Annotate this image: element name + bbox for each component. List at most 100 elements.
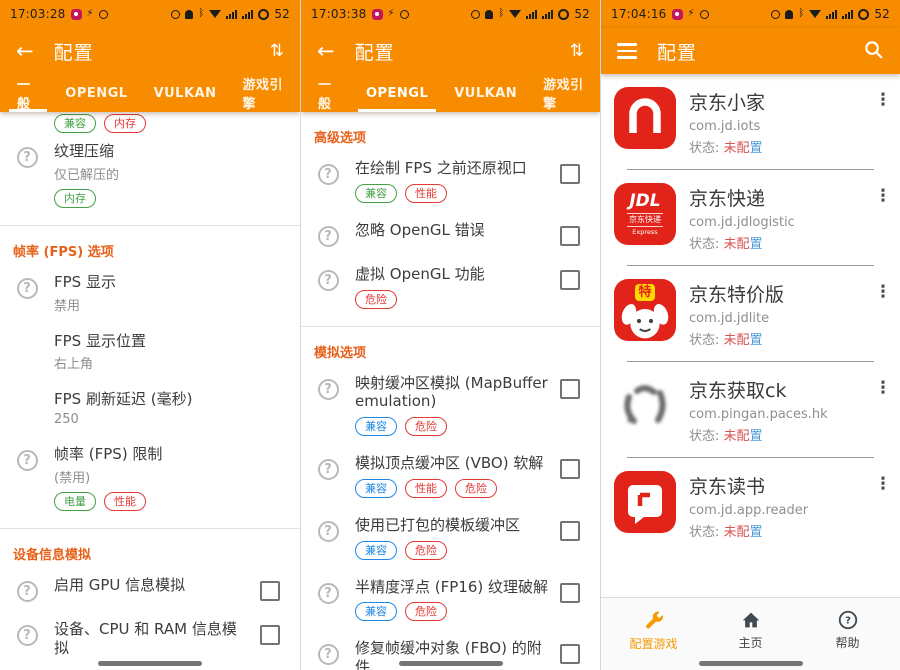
help-icon[interactable]: ? [318,164,339,185]
setting-title: FPS 刷新延迟 (毫秒) [54,390,288,409]
nav-item-configure-games[interactable]: 配置游戏 [611,609,697,652]
setting-packed-stencil-buffer[interactable]: ? 使用已打包的模板缓冲区 兼容 危险 [301,507,600,569]
tab-general[interactable]: 一般 [305,74,353,112]
jd-getck-app-icon [614,375,676,437]
app-status: 状态: 未配置 [689,329,861,348]
notification-badge-icon [672,9,683,20]
status-value: 未配置 [724,429,763,444]
search-icon[interactable] [863,39,884,64]
flash-icon: ⚡ [688,9,695,19]
tab-opengl[interactable]: OPENGL [353,74,441,112]
badges-row: 危险 [355,290,550,309]
nav-label: 主页 [738,634,762,651]
badge-compat: 兼容 [355,479,397,498]
app-list-scroll[interactable]: 京东小家 com.jd.iots 状态: 未配置 ⋮ JDL 京东快递 Expr… [601,74,900,670]
checkbox-virtual-gl[interactable] [560,270,580,290]
overflow-menu-icon[interactable]: ⋮ [874,183,892,206]
jdl-logo-text: JDL [629,193,660,210]
tab-game-engine[interactable]: 游戏引擎 [530,74,600,112]
help-icon[interactable]: ? [318,379,339,400]
help-icon[interactable]: ? [318,226,339,247]
help-icon[interactable]: ? [17,450,38,471]
sort-icon[interactable]: ⇅ [570,41,584,61]
help-icon[interactable]: ? [318,644,339,665]
clock-text: 17:03:38 [311,7,367,21]
status-value: 未配置 [724,525,763,540]
setting-fps-position[interactable]: FPS 显示位置 右上角 [0,323,300,382]
gesture-nav-pill[interactable] [699,661,803,666]
app-status: 状态: 未配置 [689,425,861,444]
setting-fps-display[interactable]: ? FPS 显示 禁用 [0,264,300,323]
nav-item-home[interactable]: 主页 [708,609,794,651]
setting-ignore-gl-errors[interactable]: ? 忽略 OpenGL 错误 [301,212,600,256]
app-row-jd-getck[interactable]: 京东获取ck com.pingan.paces.hk 状态: 未配置 ⋮ [601,362,900,457]
help-icon[interactable]: ? [318,270,339,291]
back-arrow-icon[interactable]: ← [317,41,335,62]
notification-badge-icon [372,9,383,20]
checkbox-device-sim[interactable] [260,625,280,645]
settings-scroll[interactable]: 高级选项 ? 在绘制 FPS 之前还原视口 兼容 性能 ? 忽略 OpenGL … [301,112,600,670]
app-row-jd-express[interactable]: JDL 京东快递 Express 京东快递 com.jd.jdlogistic … [601,170,900,265]
gesture-nav-pill[interactable] [399,661,503,666]
notification-badge-icon [71,9,82,20]
tab-vulkan[interactable]: VULKAN [441,74,530,112]
tab-opengl[interactable]: OPENGL [52,74,140,112]
hamburger-menu-icon[interactable] [617,43,637,59]
tab-game-engine[interactable]: 游戏引擎 [229,74,300,112]
help-icon[interactable]: ? [318,521,339,542]
flash-icon: ⚡ [87,9,94,19]
setting-device-cpu-ram-sim[interactable]: ? 设备、CPU 和 RAM 信息模拟 [0,611,300,667]
help-icon[interactable]: ? [318,583,339,604]
status-label: 状态: [689,525,719,540]
setting-choose-template[interactable]: 从模板选择需要的值 [0,666,300,670]
app-row-jd-xiaojia[interactable]: 京东小家 com.jd.iots 状态: 未配置 ⋮ [601,74,900,169]
setting-enable-gpu-sim[interactable]: ? 启用 GPU 信息模拟 [0,567,300,611]
battery-percent: 52 [274,7,290,21]
checkbox-restore-viewport[interactable] [560,164,580,184]
overflow-menu-icon[interactable]: ⋮ [874,471,892,494]
signal-icon [242,10,253,19]
setting-mapbuffer-emulation[interactable]: ? 映射缓冲区模拟 (MapBuffer emulation) 兼容 危险 [301,365,600,446]
overflow-menu-icon[interactable]: ⋮ [874,279,892,302]
back-arrow-icon[interactable]: ← [16,41,34,62]
jdl-logo-sub2: Express [632,229,657,236]
setting-vbo-software-decode[interactable]: ? 模拟顶点缓冲区 (VBO) 软解 兼容 性能 危险 [301,445,600,507]
status-value: 未配置 [724,141,763,156]
checkbox-stencil[interactable] [560,521,580,541]
app-row-jd-reader[interactable]: 京东读书 com.jd.app.reader 状态: 未配置 ⋮ [601,458,900,553]
help-icon[interactable]: ? [17,625,38,646]
nav-item-help[interactable]: ? 帮助 [805,609,891,651]
tab-vulkan[interactable]: VULKAN [141,74,230,112]
checkbox-gpu-sim[interactable] [260,581,280,601]
overflow-menu-icon[interactable]: ⋮ [874,375,892,398]
app-row-jd-lite[interactable]: 特 京东特价版 com.jd.jdlite 状态: 未配置 ⋮ [601,266,900,361]
setting-fps-refresh-delay[interactable]: FPS 刷新延迟 (毫秒) 250 [0,381,300,436]
checkbox-ignore-gl-errors[interactable] [560,226,580,246]
setting-restore-viewport[interactable]: ? 在绘制 FPS 之前还原视口 兼容 性能 [301,150,600,212]
checkbox-mapbuffer[interactable] [560,379,580,399]
section-advanced-options: 高级选项 [301,112,600,150]
checkbox-fp16[interactable] [560,583,580,603]
overflow-menu-icon[interactable]: ⋮ [874,87,892,110]
help-icon[interactable]: ? [318,459,339,480]
sort-icon[interactable]: ⇅ [270,41,284,61]
signal-icon [526,10,537,19]
help-icon[interactable]: ? [17,278,38,299]
help-icon[interactable]: ? [17,147,38,168]
help-icon[interactable]: ? [17,581,38,602]
tab-general[interactable]: 一般 [4,74,52,112]
section-fps-options: 帧率 (FPS) 选项 [0,226,300,264]
settings-scroll[interactable]: 兼容 内存 ? 纹理压缩 仅已解压的 内存 帧率 (FPS) 选项 ? FPS … [0,112,300,670]
page-title: 配置 [54,38,94,65]
setting-texture-compression[interactable]: ? 纹理压缩 仅已解压的 内存 [0,133,300,217]
setting-fp16-texture-hack[interactable]: ? 半精度浮点 (FP16) 纹理破解 兼容 危险 [301,569,600,631]
setting-title: 映射缓冲区模拟 (MapBuffer emulation) [355,374,550,412]
app-package: com.pingan.paces.hk [689,407,861,422]
page-title: 配置 [355,38,395,65]
setting-virtual-gl-features[interactable]: ? 虚拟 OpenGL 功能 危险 [301,256,600,318]
checkbox-fbo[interactable] [560,644,580,664]
battery-percent: 52 [574,7,590,21]
setting-fps-limit[interactable]: ? 帧率 (FPS) 限制 (禁用) 电量 性能 [0,436,300,520]
checkbox-vbo[interactable] [560,459,580,479]
gesture-nav-pill[interactable] [98,661,202,666]
